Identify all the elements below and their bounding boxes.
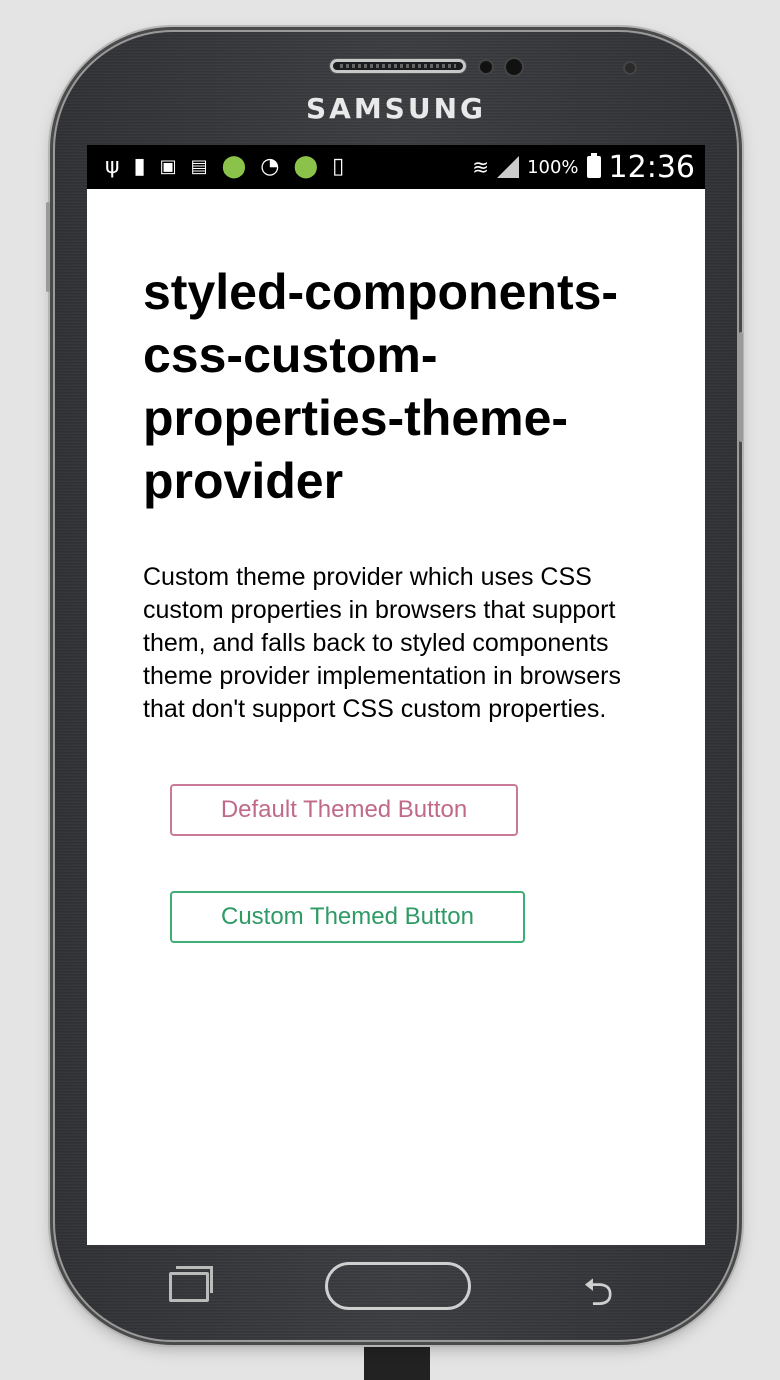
- clock: 12:36: [608, 149, 695, 185]
- hardware-nav-bar: ⮌: [55, 1254, 737, 1340]
- page-title: styled-components-css-custom-properties-…: [143, 264, 619, 509]
- sync-icon: ◔: [260, 154, 280, 179]
- screen: ψ ▮ ▣ ▤ ⬤ ◔ ⬤ ▯ ≋ 100% 12:36 styled-comp…: [87, 145, 705, 1245]
- custom-themed-button[interactable]: Custom Themed Button: [170, 891, 525, 943]
- light-sensor: [625, 63, 635, 73]
- signal-icon: [497, 156, 520, 178]
- page-content: styled-components-css-custom-properties-…: [87, 189, 705, 943]
- usb-cable: [364, 1340, 430, 1380]
- recent-apps-icon[interactable]: [169, 1266, 213, 1302]
- back-icon[interactable]: ⮌: [583, 1264, 613, 1329]
- no-sim-icon: ▤: [190, 156, 208, 177]
- notification-icons: ψ ▮ ▣ ▤ ⬤ ◔ ⬤ ▯: [105, 156, 472, 178]
- volume-button: [46, 202, 50, 292]
- sd-card-icon: ▮: [133, 154, 146, 179]
- page-description: Custom theme provider which uses CSS cus…: [143, 563, 621, 723]
- default-themed-button[interactable]: Default Themed Button: [170, 784, 518, 836]
- brand-logo: SAMSUNG: [305, 92, 487, 125]
- power-button: [739, 332, 743, 442]
- battery-full-icon: ▣: [159, 156, 177, 177]
- battery-icon: [586, 153, 601, 178]
- status-bar: ψ ▮ ▣ ▤ ⬤ ◔ ⬤ ▯ ≋ 100% 12:36: [87, 145, 705, 189]
- front-camera: [506, 59, 522, 75]
- proximity-sensor: [480, 61, 492, 73]
- system-icons: ≋ 100% 12:36: [472, 150, 695, 185]
- earpiece-speaker: [330, 59, 466, 73]
- download-icon: ▯: [332, 154, 345, 179]
- wifi-icon: ≋: [472, 155, 490, 179]
- battery-percent: 100%: [527, 156, 579, 178]
- android-icon: ⬤: [221, 154, 247, 179]
- home-button[interactable]: [325, 1262, 471, 1310]
- usb-icon: ψ: [105, 154, 120, 179]
- android-debug-icon: ⬤: [293, 154, 319, 179]
